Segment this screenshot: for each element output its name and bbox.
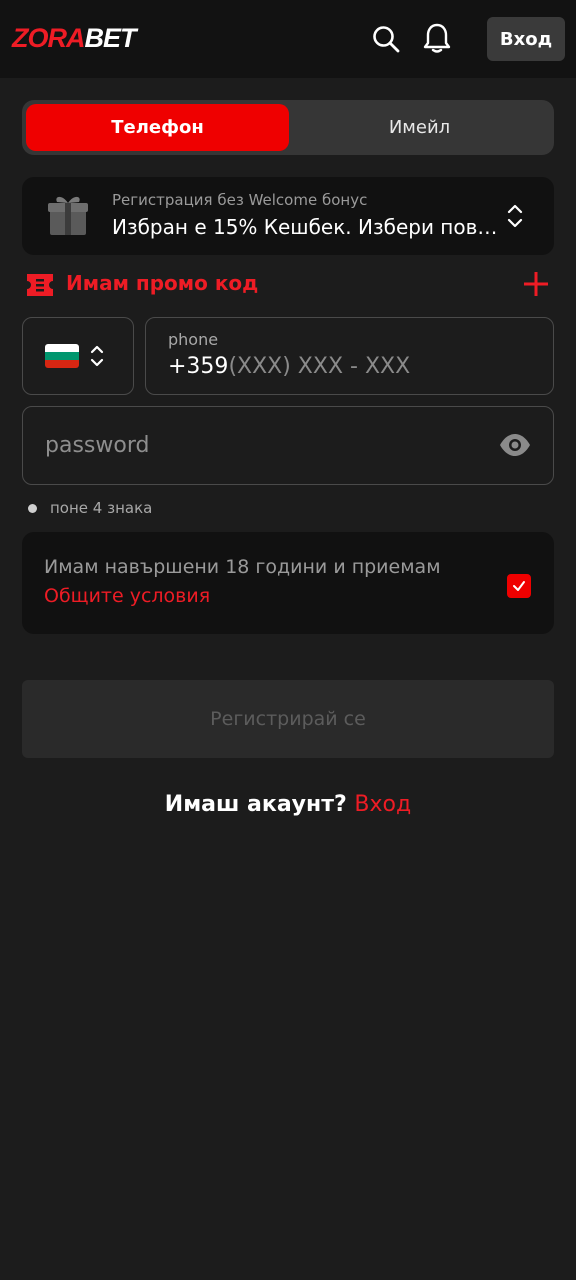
chevron-up-down-icon bbox=[89, 343, 105, 369]
chevron-up-down-icon bbox=[504, 203, 526, 229]
password-input[interactable]: password bbox=[22, 406, 554, 485]
bulgaria-flag-icon bbox=[45, 344, 79, 368]
registration-method-tabs: Телефон Имейл bbox=[22, 100, 554, 155]
password-placeholder: password bbox=[45, 433, 150, 458]
header-login-button[interactable]: Вход bbox=[487, 17, 565, 61]
password-hint-text: поне 4 знака bbox=[50, 499, 153, 517]
bullet-icon bbox=[28, 504, 37, 513]
terms-text: Имам навършени 18 години и приемам bbox=[44, 556, 441, 578]
phone-value: +359(XXX) XXX - XXX bbox=[168, 354, 410, 379]
zorabet-logo[interactable]: ZORABET bbox=[12, 23, 137, 53]
tab-phone[interactable]: Телефон bbox=[26, 104, 289, 151]
search-icon[interactable] bbox=[371, 24, 401, 54]
bonus-value: Избран е 15% Кешбек. Избери повече bbox=[112, 215, 504, 239]
login-prompt-question: Имаш акаунт? bbox=[164, 792, 347, 817]
phone-input[interactable]: phone +359(XXX) XXX - XXX bbox=[145, 317, 554, 395]
terms-checkbox[interactable] bbox=[507, 574, 531, 598]
logo-part2: BET bbox=[84, 23, 137, 53]
login-prompt: Имаш акаунт? Вход bbox=[0, 792, 576, 817]
terms-agreement: Имам навършени 18 години и приемам Общит… bbox=[22, 532, 554, 634]
eye-icon[interactable] bbox=[499, 433, 531, 457]
phone-prefix: +359 bbox=[168, 354, 229, 379]
terms-link[interactable]: Общите условия bbox=[44, 585, 210, 607]
plus-icon[interactable] bbox=[522, 270, 550, 298]
tab-email[interactable]: Имейл bbox=[289, 104, 550, 151]
country-code-selector[interactable] bbox=[22, 317, 134, 395]
bonus-title: Регистрация без Welcome бонус bbox=[112, 191, 368, 209]
bonus-selector[interactable]: Регистрация без Welcome бонус Избран е 1… bbox=[22, 177, 554, 255]
login-link[interactable]: Вход bbox=[354, 792, 411, 817]
promo-code-toggle[interactable]: Имам промо код bbox=[24, 268, 554, 302]
phone-label: phone bbox=[168, 330, 219, 349]
phone-mask: (XXX) XXX - XXX bbox=[228, 354, 411, 379]
ticket-icon bbox=[24, 271, 56, 299]
bell-icon[interactable] bbox=[422, 22, 452, 53]
gift-icon bbox=[46, 192, 90, 238]
checkmark-icon bbox=[513, 581, 525, 591]
promo-code-label: Имам промо код bbox=[66, 271, 259, 295]
logo-part1: ZORA bbox=[12, 23, 85, 53]
app-header: ZORABET Вход bbox=[0, 0, 576, 78]
register-button[interactable]: Регистрирай се bbox=[22, 680, 554, 758]
